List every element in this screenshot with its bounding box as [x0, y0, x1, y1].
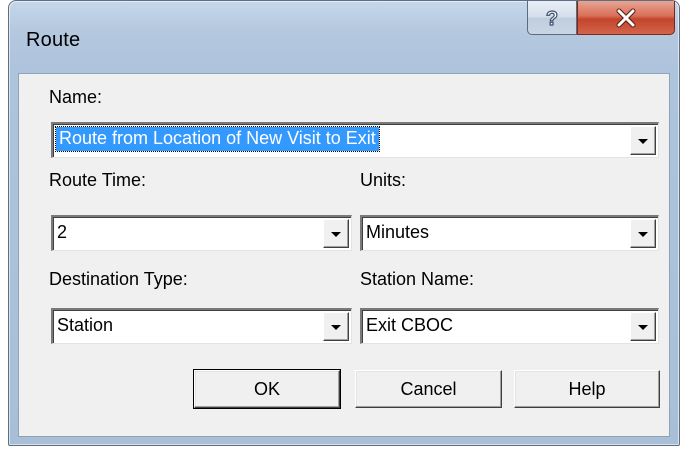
cancel-button[interactable]: Cancel: [355, 370, 502, 408]
svg-text:?: ?: [546, 8, 558, 30]
title-bar[interactable]: Route ?: [9, 1, 679, 73]
station-name-dropdown-button[interactable]: [630, 312, 656, 341]
question-mark-icon: ?: [545, 7, 558, 30]
name-dropdown-button[interactable]: [630, 126, 656, 155]
station-name-value: Exit CBOC: [366, 315, 454, 335]
units-value: Minutes: [366, 222, 430, 242]
station-name-combobox[interactable]: Exit CBOC: [360, 308, 659, 344]
station-name-label: Station Name:: [360, 269, 475, 289]
help-button[interactable]: Help: [514, 370, 660, 408]
close-button[interactable]: [577, 1, 675, 35]
route-time-dropdown-button[interactable]: [323, 219, 349, 248]
chevron-down-icon: [638, 232, 648, 237]
destination-type-combobox[interactable]: Station: [51, 308, 352, 344]
route-time-label: Route Time:: [49, 170, 147, 190]
chevron-down-icon: [331, 232, 341, 237]
dialog-body: Name: Route from Location of New Visit t…: [18, 73, 670, 437]
units-label: Units:: [360, 170, 407, 190]
chevron-down-icon: [638, 139, 648, 144]
name-combobox[interactable]: Route from Location of New Visit to Exit: [51, 122, 659, 158]
route-time-value: 2: [57, 222, 68, 242]
route-dialog: Route ? Name: Route from Location of New…: [8, 0, 680, 446]
chevron-down-icon: [331, 325, 341, 330]
units-dropdown-button[interactable]: [630, 219, 656, 248]
destination-type-label: Destination Type:: [49, 269, 188, 289]
units-combobox[interactable]: Minutes: [360, 215, 659, 251]
title-help-button[interactable]: ?: [527, 1, 577, 35]
name-label: Name:: [49, 87, 103, 107]
route-time-combobox[interactable]: 2: [51, 215, 352, 251]
destination-type-dropdown-button[interactable]: [323, 312, 349, 341]
destination-type-value: Station: [57, 315, 114, 335]
close-icon: [616, 8, 636, 27]
name-value: Route from Location of New Visit to Exit: [55, 126, 380, 152]
dialog-title: Route: [26, 29, 81, 51]
ok-button[interactable]: OK: [193, 369, 341, 409]
chevron-down-icon: [638, 325, 648, 330]
